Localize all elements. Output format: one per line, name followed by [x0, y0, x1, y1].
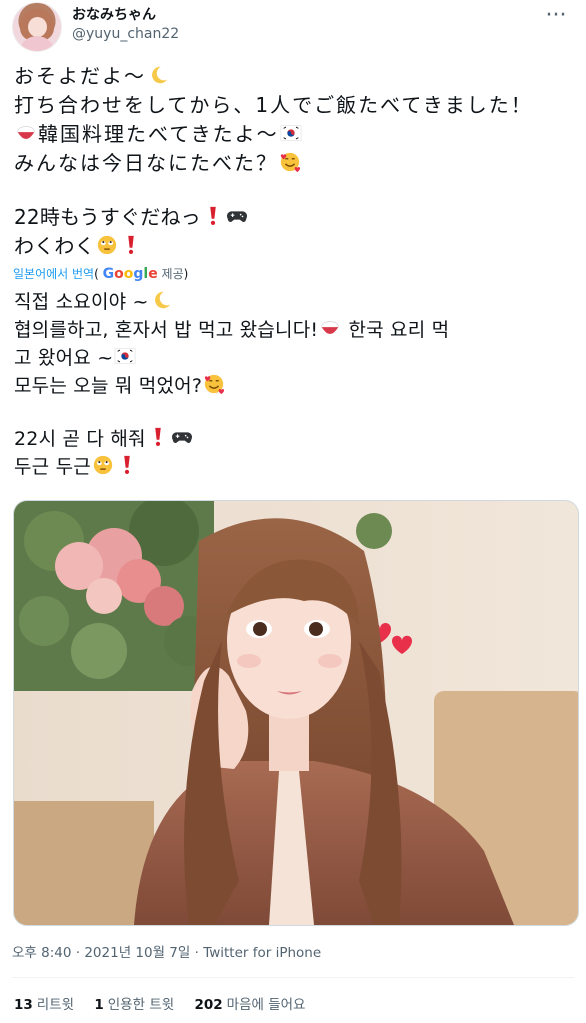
likes-stat[interactable]: 202 마음에 들어요: [194, 993, 305, 1013]
tweet-stats: 13 리트윗 1 인용한 트윗 202 마음에 들어요: [14, 993, 321, 1013]
translated-line: 협의를하고, 혼자서 밥 먹고 왔습니다! 한국 요리 먹: [14, 317, 450, 341]
korea-flag-icon: [114, 345, 136, 367]
translated-line: 직접 소요이야 ~: [14, 288, 574, 316]
crescent-moon-icon: [150, 289, 172, 311]
game-controller-icon: [171, 426, 193, 448]
exclamation-icon: [202, 205, 224, 227]
translated-line: 고 왔어요 ~: [14, 344, 574, 372]
tweet-source[interactable]: Twitter for iPhone: [203, 945, 321, 961]
google-logo: Google: [102, 266, 158, 282]
tweet-header: おなみちゃん @yuyu_chan22 ···: [0, 0, 586, 54]
tweet-line: おそよだよ～: [14, 62, 574, 91]
exclamation-icon: [147, 426, 169, 448]
translate-provider: 제공: [161, 267, 184, 281]
crescent-moon-icon: [147, 64, 169, 86]
tweet-line: 打ち合わせをしてから、1人でご飯たべてきました！: [14, 93, 533, 117]
tweet-date[interactable]: 2021년 10월 7일: [84, 945, 190, 961]
rolling-eyes-icon: [96, 234, 118, 256]
selfie-image: [14, 501, 578, 925]
translate-label[interactable]: 일본어에서 번역: [13, 267, 94, 281]
rice-bowl-icon: [15, 122, 37, 144]
avatar[interactable]: [12, 2, 62, 52]
tweet-timestamp: 오후 8:40 · 2021년 10월 7일 · Twitter for iPh…: [12, 945, 322, 961]
translated-text: 직접 소요이야 ~ 협의를하고, 혼자서 밥 먹고 왔습니다! 한국 요리 먹 …: [14, 288, 574, 481]
translated-line: 22시 곧 다 해줘: [14, 425, 574, 453]
quotes-stat[interactable]: 1 인용한 트윗: [94, 993, 174, 1013]
smiling-hearts-icon: [279, 151, 301, 173]
display-name[interactable]: おなみちゃん: [72, 4, 156, 24]
divider: [12, 977, 574, 978]
translated-line: 두근 두근: [14, 453, 574, 481]
tweet-line: 韓国料理たべてきたよ～: [14, 120, 574, 149]
more-horizontal-icon[interactable]: ···: [544, 5, 568, 27]
tweet-time[interactable]: 오후 8:40: [12, 945, 71, 961]
smiling-hearts-icon: [203, 373, 225, 395]
tweet-photo[interactable]: [13, 500, 579, 926]
translation-attribution[interactable]: 일본어에서 번역( Google 제공): [13, 265, 188, 282]
exclamation-icon: [116, 454, 138, 476]
tweet-line: 22時もうすぐだねっ: [14, 203, 574, 232]
tweet-line: みんなは今日なにたべた？: [14, 149, 574, 178]
exclamation-icon: [120, 234, 142, 256]
rice-bowl-icon: [319, 317, 341, 339]
translated-line: 모두는 오늘 뭐 먹었어?: [14, 372, 574, 400]
rolling-eyes-icon: [92, 454, 114, 476]
korea-flag-icon: [280, 122, 302, 144]
user-handle[interactable]: @yuyu_chan22: [72, 26, 179, 42]
retweets-stat[interactable]: 13 리트윗: [14, 993, 74, 1013]
tweet-line: わくわく: [14, 232, 574, 261]
game-controller-icon: [226, 205, 248, 227]
tweet-text: おそよだよ～ 打ち合わせをしてから、1人でご飯たべてきました！ 韓国料理たべてき…: [14, 62, 574, 261]
